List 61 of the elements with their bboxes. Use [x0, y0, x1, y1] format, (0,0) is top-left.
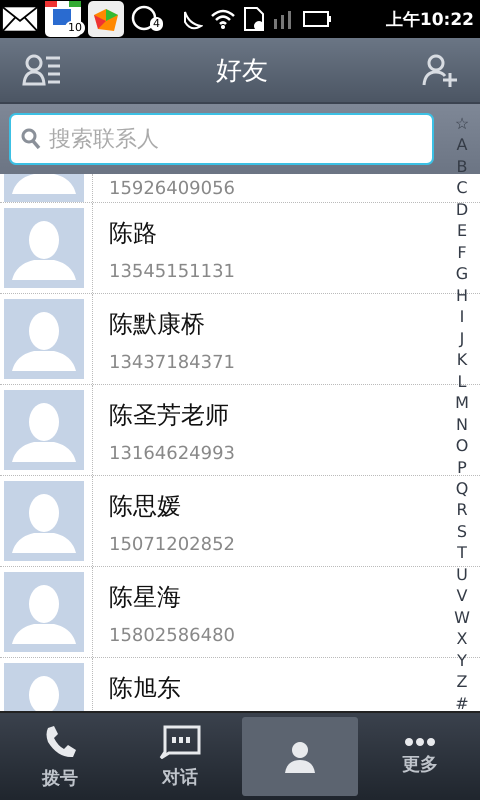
index-letter[interactable]: W	[454, 608, 470, 627]
notification-badge: 10	[65, 21, 85, 35]
index-letter[interactable]: F	[457, 244, 467, 262]
contact-name[interactable]: 陈思媛	[109, 490, 235, 522]
index-letter[interactable]: E	[456, 222, 468, 240]
chat-icon	[131, 5, 159, 33]
contact-name[interactable]: 陈星海	[109, 581, 235, 613]
sim-card-icon	[243, 6, 265, 32]
tab-button[interactable]: 拨号	[2, 717, 118, 796]
index-letter[interactable]: L	[458, 372, 466, 391]
contact-name[interactable]: 陈默康桥	[109, 308, 235, 340]
avatar-icon	[4, 572, 84, 652]
tab-button[interactable]: 对话	[122, 717, 238, 796]
avatar-icon	[4, 481, 84, 561]
phone-number: 15926409056	[109, 178, 235, 198]
index-letter[interactable]: H	[456, 286, 468, 305]
index-letter[interactable]: T	[457, 544, 467, 562]
index-letter[interactable]: G	[456, 265, 468, 284]
index-letter[interactable]: X	[456, 630, 468, 648]
index-letter[interactable]: N	[456, 416, 468, 434]
index-letter[interactable]: D	[456, 200, 468, 219]
search-icon	[21, 128, 41, 150]
battery-icon	[303, 10, 331, 28]
page-title: 好友	[216, 54, 268, 88]
index-letter[interactable]: P	[457, 458, 467, 476]
index-letter[interactable]: I	[460, 308, 464, 326]
index-letter[interactable]: M	[455, 394, 469, 412]
phone-number: 13545151131	[109, 261, 235, 282]
index-letter[interactable]: U	[456, 566, 468, 584]
phone-number: 13164624993	[109, 443, 235, 464]
add-contact-icon[interactable]	[422, 53, 458, 87]
index-letter[interactable]: Y	[457, 652, 467, 670]
index-letter[interactable]: #	[455, 694, 469, 713]
search-field[interactable]: 搜索联系人	[9, 113, 434, 165]
chat-icon	[159, 724, 201, 758]
app-icon	[88, 1, 124, 37]
tab-button[interactable]: 更多	[362, 717, 478, 796]
contact-list-icon[interactable]	[22, 54, 62, 86]
index-letter[interactable]: K	[456, 351, 468, 370]
tab-button[interactable]	[242, 717, 358, 796]
contact-name[interactable]: 陈路	[109, 217, 235, 249]
more-icon	[404, 738, 436, 746]
index-letter[interactable]: S	[456, 522, 468, 541]
phone-number: 15802586480	[109, 625, 235, 646]
phone-number: 13437184371	[109, 352, 235, 373]
contact-name[interactable]: 陈圣芳老师	[109, 399, 235, 431]
index-letter[interactable]: V	[456, 587, 468, 606]
clock-time: 上午10:22	[386, 8, 474, 30]
phone-number: 15071202852	[109, 534, 235, 555]
index-letter[interactable]: Q	[456, 480, 468, 498]
wifi-icon	[210, 8, 236, 30]
index-letter[interactable]: O	[456, 437, 468, 456]
avatar-icon	[4, 390, 84, 470]
index-letter[interactable]: C	[456, 179, 468, 198]
notification-badge: 4	[150, 17, 163, 31]
index-letter[interactable]: J	[460, 330, 464, 348]
avatar-icon	[4, 208, 84, 288]
avatar-icon	[4, 299, 84, 379]
index-letter[interactable]: Z	[456, 673, 468, 692]
index-letter[interactable]: R	[456, 501, 468, 520]
contact-name[interactable]: 陈旭东	[109, 672, 181, 704]
